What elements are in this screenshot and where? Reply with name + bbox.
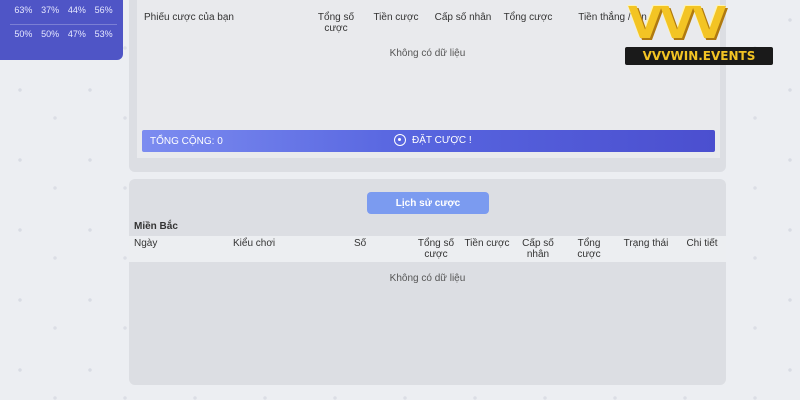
col-status: Trạng thái (623, 238, 669, 249)
col-total-bets: Tổng số cược (317, 12, 355, 34)
total-bar: TỔNG CỘNG: 0 ĐẶT CƯỢC ! (142, 130, 715, 152)
region-title: Miền Bắc (134, 221, 178, 232)
stats-row: 63% 37% 44% 56% (10, 5, 117, 15)
stat-cell: 37% (41, 5, 60, 15)
col-detail: Chi tiết (686, 238, 718, 249)
stat-cell: 50% (14, 29, 33, 39)
bet-history-button[interactable]: Lịch sử cược (367, 192, 489, 214)
total-label: TỔNG CỘNG: 0 (150, 136, 223, 147)
col-bet-money: Tiền cược (464, 238, 510, 249)
odds-stats-table: 63% 37% 44% 56% 50% 50% 47% 53% (0, 0, 123, 60)
target-icon (394, 134, 406, 146)
bet-history-panel: Lịch sử cược Miền Bắc Ngày Kiểu chơi Số … (129, 179, 726, 385)
col-multiplier: Cấp số nhân (522, 238, 554, 260)
vvvwin-logo: VVV VVVWIN.EVENTS (620, 0, 800, 70)
stats-row: 50% 50% 47% 53% (10, 24, 117, 39)
history-empty-message: Không có dữ liệu (389, 273, 466, 284)
place-bet-button[interactable]: ĐẶT CƯỢC ! (394, 134, 472, 146)
logo-mark: VVV (628, 0, 726, 49)
col-ticket: Phiếu cược của bạn (144, 12, 234, 23)
col-total-bet: Tổng cược (577, 238, 601, 260)
col-play-type: Kiểu chơi (233, 238, 276, 249)
col-number: Số (354, 238, 367, 249)
col-total-bet: Tổng cược (503, 12, 553, 23)
col-total-bets: Tổng số cược (417, 238, 455, 260)
history-table-header: Ngày Kiểu chơi Số Tổng số cược Tiền cược… (129, 236, 726, 262)
logo-text: VVVWIN.EVENTS (625, 47, 773, 65)
stat-cell: 53% (94, 29, 113, 39)
stat-cell: 44% (67, 5, 86, 15)
place-bet-label: ĐẶT CƯỢC ! (412, 134, 472, 146)
stat-cell: 63% (14, 5, 33, 15)
stat-cell: 50% (41, 29, 60, 39)
col-bet-money: Tiền cược (373, 12, 419, 23)
stat-cell: 47% (67, 29, 86, 39)
col-date: Ngày (134, 238, 158, 249)
col-multiplier: Cấp số nhân (434, 12, 492, 23)
stat-cell: 56% (94, 5, 113, 15)
